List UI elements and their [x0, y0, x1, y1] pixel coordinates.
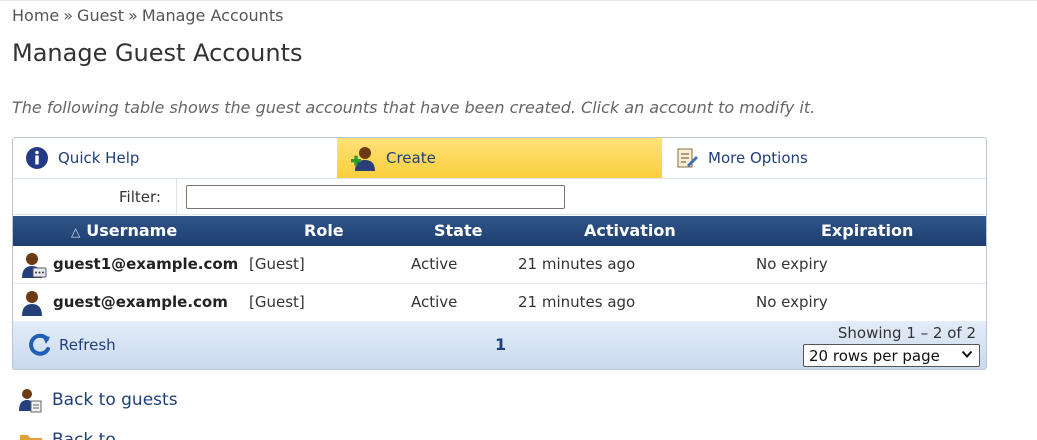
- breadcrumb-current: Manage Accounts: [141, 6, 284, 25]
- accounts-panel: Quick Help Create More Options Filter: △…: [12, 137, 987, 370]
- cell-state: Active: [411, 293, 458, 311]
- refresh-icon: [29, 333, 50, 356]
- quick-help-button[interactable]: Quick Help: [25, 138, 139, 178]
- table-row[interactable]: guest@example.com [Guest] Active 21 minu…: [13, 284, 986, 322]
- second-back-link-label: Back to ...: [52, 430, 138, 440]
- table-row[interactable]: guest1@example.com [Guest] Active 21 min…: [13, 246, 986, 284]
- create-label: Create: [386, 149, 436, 167]
- refresh-label: Refresh: [59, 336, 116, 354]
- back-to-guests-link[interactable]: Back to guests: [19, 387, 178, 413]
- page-title: Manage Guest Accounts: [12, 39, 303, 67]
- filter-row: Filter:: [13, 179, 986, 215]
- table-footer: Refresh 1 Showing 1 – 2 of 2 20 rows per…: [13, 321, 986, 369]
- breadcrumb-separator: »: [128, 6, 138, 25]
- info-icon: [26, 147, 48, 169]
- cell-state: Active: [411, 255, 458, 273]
- showing-count: Showing 1 – 2 of 2: [837, 324, 976, 342]
- cell-activation: 21 minutes ago: [518, 293, 636, 311]
- sort-ascending-icon: △: [71, 225, 81, 239]
- cell-username: guest@example.com: [53, 293, 228, 311]
- filter-label: Filter:: [119, 188, 161, 206]
- cell-role: [Guest]: [249, 293, 305, 311]
- create-button[interactable]: Create: [337, 138, 662, 178]
- quick-help-label: Quick Help: [58, 149, 140, 167]
- guest-list-icon: [19, 389, 42, 413]
- filter-input[interactable]: [186, 185, 565, 209]
- column-header-role[interactable]: Role: [304, 221, 344, 240]
- breadcrumb-home[interactable]: Home: [12, 6, 59, 25]
- refresh-button[interactable]: Refresh: [27, 333, 116, 357]
- table-header: △ Username Role State Activation Expirati…: [13, 216, 986, 246]
- rows-per-page-value: 20 rows per page: [809, 346, 940, 365]
- more-options-label: More Options: [708, 149, 808, 167]
- cell-username: guest1@example.com: [53, 255, 239, 273]
- cell-activation: 21 minutes ago: [518, 255, 636, 273]
- breadcrumb-guest[interactable]: Guest: [77, 6, 124, 25]
- cell-role: [Guest]: [249, 255, 305, 273]
- column-header-expiration[interactable]: Expiration: [821, 221, 913, 240]
- breadcrumb: Home» Guest» Manage Accounts: [12, 6, 283, 25]
- page-description: The following table shows the guest acco…: [12, 98, 816, 117]
- filter-divider: [176, 179, 177, 214]
- chevron-down-icon: [961, 348, 973, 363]
- more-options-button[interactable]: More Options: [675, 138, 808, 178]
- edit-list-icon: [677, 148, 698, 168]
- column-header-username[interactable]: △ Username: [71, 221, 177, 240]
- column-header-state[interactable]: State: [434, 221, 482, 240]
- folder-icon: [20, 435, 42, 440]
- column-header-label: Username: [86, 221, 178, 240]
- back-to-guests-label: Back to guests: [52, 390, 178, 410]
- add-user-icon: [351, 147, 375, 171]
- guest-user-icon: [22, 291, 42, 316]
- column-header-activation[interactable]: Activation: [584, 221, 676, 240]
- second-back-link[interactable]: Back to ...: [19, 430, 137, 440]
- page-number-link[interactable]: 1: [495, 335, 506, 354]
- guest-user-icon: [22, 253, 47, 278]
- breadcrumb-separator: »: [63, 6, 74, 25]
- page: Home» Guest» Manage Accounts Manage Guest …: [0, 0, 1037, 440]
- top-divider: [0, 0, 1037, 1]
- cell-expiration: No expiry: [756, 293, 828, 311]
- toolbar: Quick Help Create More Options: [13, 138, 986, 179]
- cell-expiration: No expiry: [756, 255, 828, 273]
- rows-per-page-select[interactable]: 20 rows per page: [803, 344, 980, 367]
